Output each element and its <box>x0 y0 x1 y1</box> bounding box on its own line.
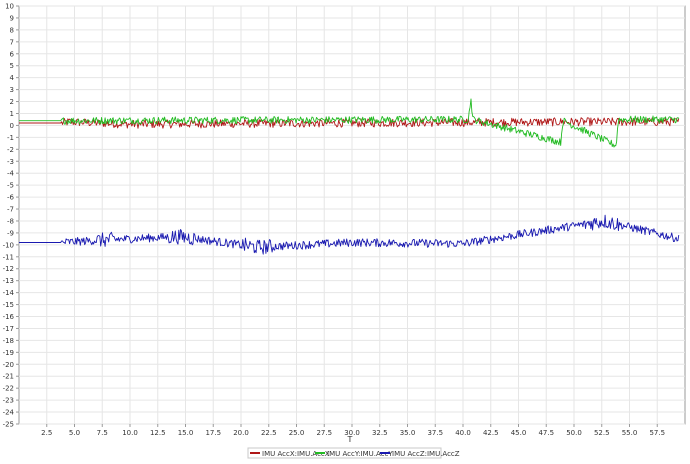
y-tick-label: -10 <box>3 241 14 249</box>
x-tick-label: 7.5 <box>97 429 108 437</box>
y-tick-label: -12 <box>3 265 14 273</box>
x-tick-label: 2.5 <box>41 429 52 437</box>
y-tick-label: -13 <box>3 277 14 285</box>
y-tick-label: 8 <box>10 26 14 34</box>
y-tick-label: -5 <box>7 182 14 190</box>
x-tick-label: 55.0 <box>622 429 638 437</box>
y-tick-label: 2 <box>10 98 14 106</box>
x-tick-label: 52.5 <box>594 429 610 437</box>
x-tick-label: 25.0 <box>289 429 305 437</box>
x-tick-label: 32.5 <box>372 429 388 437</box>
y-tick-label: -24 <box>3 409 15 417</box>
y-axis: 109876543210-1-2-3-4-5-6-7-8-9-10-11-12-… <box>3 3 19 429</box>
x-tick-label: 5.0 <box>69 429 80 437</box>
x-tick-label: 47.5 <box>538 429 554 437</box>
y-tick-label: -25 <box>3 421 14 429</box>
y-tick-label: -1 <box>7 134 14 142</box>
legend-label: IMU AccZ:IMU.AccZ <box>392 450 460 458</box>
legend: IMU AccX:IMU.AccXIMU AccY:IMU.AccY IMU Ac… <box>247 447 460 459</box>
x-tick-label: 40.0 <box>455 429 471 437</box>
y-tick-label: 7 <box>10 38 14 46</box>
y-tick-label: -6 <box>7 194 15 202</box>
y-tick-label: 0 <box>10 122 14 130</box>
x-tick-label: 45.0 <box>511 429 527 437</box>
x-tick-label: 17.5 <box>205 429 221 437</box>
y-tick-label: 5 <box>10 62 14 70</box>
x-tick-label: 22.5 <box>261 429 277 437</box>
x-tick-label: 50.0 <box>566 429 582 437</box>
y-tick-label: -2 <box>7 146 14 154</box>
x-axis: 2.5 5.0 7.5 10.0 12.5 15.0 17.5 20.0 22.5 25.0 27.… <box>41 424 665 437</box>
y-tick-label: -21 <box>3 373 14 381</box>
y-tick-label: 3 <box>10 86 14 94</box>
y-tick-label: -3 <box>7 158 14 166</box>
y-tick-label: -22 <box>3 385 14 393</box>
y-tick-label: 4 <box>10 74 15 82</box>
x-tick-label: 10.0 <box>122 429 138 437</box>
y-tick-label: -9 <box>7 229 14 237</box>
y-tick-label: 1 <box>10 110 14 118</box>
chart: 10 9 8 7 6 5 4 3 2 1 0 -1 -2 -3 -4 -5 -6 -7 -8 -9 -10 -11 -12-… <box>0 0 690 460</box>
y-tick-label: -15 <box>3 301 14 309</box>
x-tick-label: 42.5 <box>483 429 499 437</box>
y-tick-label: -14 <box>3 289 15 297</box>
y-tick-label: -4 <box>7 170 15 178</box>
y-tick-label: -19 <box>3 349 14 357</box>
x-tick-label: 12.5 <box>150 429 166 437</box>
y-tick-label: 9 <box>10 14 14 22</box>
x-tick-label: 27.5 <box>316 429 332 437</box>
x-axis-title: T <box>347 435 353 444</box>
y-tick-label: -7 <box>7 206 14 214</box>
x-tick-label: 57.5 <box>649 429 665 437</box>
y-tick-label: -20 <box>3 361 14 369</box>
y-tick-label: -17 <box>3 325 14 333</box>
y-tick-label: -11 <box>3 253 14 261</box>
y-tick-label: -18 <box>3 337 14 345</box>
y-tick-label: -16 <box>3 313 15 321</box>
x-tick-label: 15.0 <box>178 429 194 437</box>
x-tick-label: 20.0 <box>233 429 249 437</box>
y-tick-label: 10 <box>5 3 14 11</box>
x-tick-label: 35.0 <box>400 429 416 437</box>
x-tick-label: 37.5 <box>427 429 443 437</box>
y-tick-label: -8 <box>7 217 14 225</box>
line-chart: 109876543210-1-2-3-4-5-6-7-8-9-10-11-12-… <box>3 3 686 459</box>
y-tick-label: 6 <box>10 50 15 58</box>
y-tick-label: -23 <box>3 397 14 405</box>
